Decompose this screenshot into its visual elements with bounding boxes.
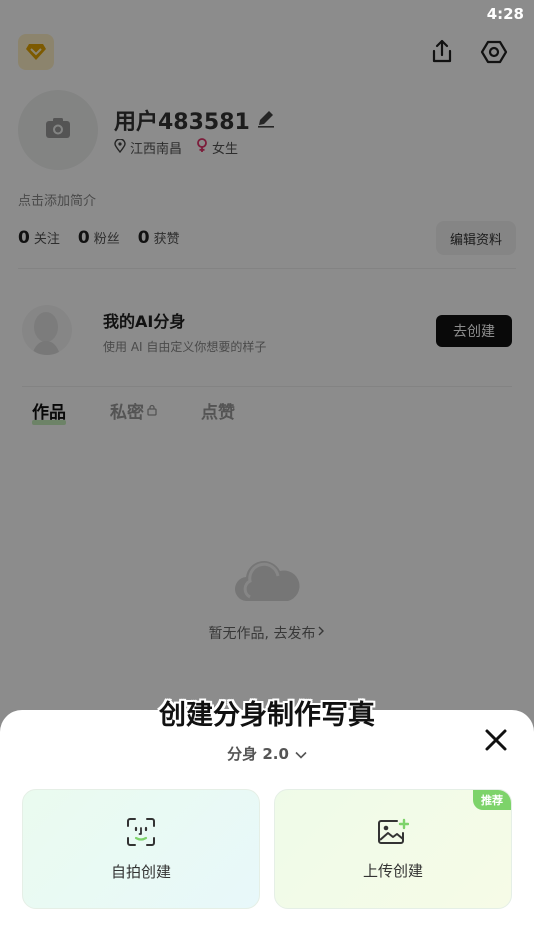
- chevron-down-icon: [295, 745, 307, 763]
- face-scan-icon: [126, 817, 156, 851]
- sheet-title: 创建分身制作写真: [159, 700, 375, 731]
- upload-create-option[interactable]: 推荐 上传创建: [274, 789, 512, 909]
- version-dropdown[interactable]: 分身 2.0: [0, 743, 534, 764]
- option-label: 上传创建: [362, 861, 423, 880]
- selfie-create-option[interactable]: 自拍创建: [22, 789, 260, 909]
- create-clone-sheet: 分身 2.0 自拍创建 推荐 上传创建: [0, 710, 534, 949]
- image-add-icon: [377, 818, 410, 850]
- option-label: 自拍创建: [110, 862, 171, 881]
- recommend-badge: 推荐: [473, 790, 511, 810]
- status-time: 4:28: [486, 5, 524, 23]
- version-label: 分身 2.0: [227, 745, 289, 763]
